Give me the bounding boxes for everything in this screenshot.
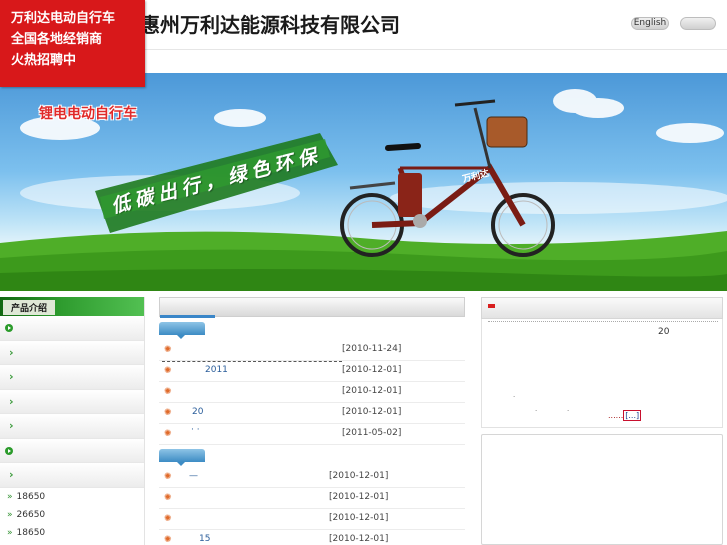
- news-row[interactable]: ✺ · · [2011-05-02]: [159, 424, 465, 445]
- more-ellipsis: ......: [608, 411, 624, 420]
- sidebar-title: 产品介绍: [3, 300, 56, 315]
- sidebar-category[interactable]: [0, 438, 144, 463]
- news-title[interactable]: 15: [199, 534, 210, 544]
- read-more-link[interactable]: ...... [...]: [608, 410, 642, 421]
- sun-icon: ✺: [164, 472, 172, 482]
- chevron-right-icon: ›: [9, 370, 14, 383]
- dotted-divider: [488, 321, 718, 322]
- sidebar-header: 产品介绍: [0, 297, 144, 316]
- sidebar-link[interactable]: » 18650: [0, 524, 144, 542]
- news-date: [2010-12-01]: [329, 534, 389, 544]
- dot-mark: ·: [567, 407, 570, 415]
- red-flag-icon: [488, 304, 495, 308]
- about-panel-header: [481, 297, 723, 319]
- chevron-right-icon: ›: [9, 419, 14, 432]
- news-date: [2010-12-01]: [329, 492, 389, 502]
- news-title[interactable]: 20: [192, 407, 203, 417]
- sidebar-item[interactable]: ›: [0, 340, 144, 365]
- news-title[interactable]: 2011: [205, 365, 228, 375]
- sun-icon: ✺: [164, 345, 172, 355]
- more-bracket[interactable]: [...]: [623, 410, 642, 421]
- recruit-banner[interactable]: 万利达电动自行车 全国各地经销商 火热招聘中: [0, 0, 145, 87]
- chinese-language-button[interactable]: [680, 17, 716, 30]
- news-row[interactable]: ✺ [2010-11-24]: [159, 340, 465, 361]
- chevron-right-icon: ›: [9, 394, 14, 408]
- sidebar-item[interactable]: ›: [0, 463, 144, 488]
- sun-icon: ✺: [164, 514, 172, 524]
- header-accent-bar: [160, 315, 215, 318]
- news-title[interactable]: —: [189, 471, 198, 481]
- arrow-circle-icon: [5, 324, 13, 332]
- news-row[interactable]: ✺ [2010-12-01]: [159, 488, 465, 509]
- news-date: [2010-12-01]: [342, 365, 402, 375]
- sidebar-link[interactable]: » 26650: [0, 506, 144, 524]
- sidebar-link-label: 18650: [16, 491, 46, 502]
- sidebar-item[interactable]: ›: [0, 414, 144, 439]
- double-chevron-icon: »: [7, 527, 13, 538]
- chevron-right-icon: ›: [9, 468, 14, 481]
- hero-banner: 锂电电动自行车 低碳出行，绿色环保 万利达: [0, 73, 727, 291]
- sun-icon: ✺: [164, 366, 172, 376]
- product-sidebar: 产品介绍 › › › › › » 18650 » 26650 » 18650: [0, 297, 145, 545]
- dot-mark: ·: [513, 393, 516, 401]
- news-row[interactable]: ✺ 15 [2010-12-01]: [159, 530, 465, 545]
- about-panel-body: 20 · · · ...... [...]: [481, 319, 723, 428]
- news-panel-header: [159, 297, 465, 318]
- double-chevron-icon: »: [7, 509, 13, 520]
- sun-icon: ✺: [164, 493, 172, 503]
- chevron-right-icon: ›: [9, 345, 14, 359]
- sidebar-link-label: 26650: [16, 509, 46, 520]
- banner-tag: 锂电电动自行车: [39, 106, 137, 122]
- english-button[interactable]: English: [631, 17, 669, 30]
- news-date: [2010-12-01]: [342, 386, 402, 396]
- about-panel: 20 · · · ...... [...]: [481, 297, 723, 428]
- news-date: [2011-05-02]: [342, 428, 402, 438]
- news-row[interactable]: ✺ — [2010-12-01]: [159, 467, 465, 488]
- news-date: [2010-12-01]: [329, 471, 389, 481]
- arrow-circle-icon: [5, 446, 13, 455]
- news-row[interactable]: ✺ [2010-12-01]: [159, 382, 465, 403]
- recruit-line-1: 万利达电动自行车: [11, 11, 116, 26]
- bicycle-graphic: [340, 99, 555, 257]
- dot-mark: ·: [535, 407, 538, 415]
- secondary-panel: [481, 434, 723, 545]
- sun-icon: ✺: [164, 408, 172, 418]
- news-row[interactable]: ✺ 20 [2010-12-01]: [159, 403, 465, 424]
- double-chevron-icon: »: [7, 491, 13, 502]
- news-panel: ✺ [2010-11-24] ✺ 2011 [2010-12-01] ✺ [20…: [159, 297, 465, 545]
- sidebar-link-label: 18650: [16, 527, 46, 538]
- news-tab-1[interactable]: [159, 322, 205, 339]
- about-number: 20: [658, 327, 670, 337]
- news-row[interactable]: ✺ 2011 [2010-12-01]: [159, 361, 465, 382]
- sun-icon: ✺: [164, 387, 172, 397]
- news-row[interactable]: ✺ [2010-12-01]: [159, 509, 465, 530]
- news-tab-2[interactable]: [159, 449, 205, 466]
- news-title[interactable]: · ·: [191, 425, 200, 435]
- sidebar-item[interactable]: ›: [0, 365, 144, 390]
- sidebar-item[interactable]: ›: [0, 389, 144, 414]
- sidebar-link[interactable]: » 18650: [0, 488, 144, 506]
- page: 惠州万利达能源科技有限公司 English 万利达电动自行车 全国各地经销商 火…: [0, 0, 727, 545]
- sun-icon: ✺: [164, 429, 172, 439]
- news-date: [2010-12-01]: [342, 407, 402, 417]
- sidebar-category[interactable]: [0, 316, 144, 341]
- recruit-line-2: 全国各地经销商: [11, 32, 103, 47]
- news-date: [2010-11-24]: [342, 344, 402, 354]
- news-date: [2010-12-01]: [329, 513, 389, 523]
- company-name: 惠州万利达能源科技有限公司: [140, 13, 400, 37]
- recruit-line-3: 火热招聘中: [11, 53, 77, 68]
- sun-icon: ✺: [164, 535, 172, 545]
